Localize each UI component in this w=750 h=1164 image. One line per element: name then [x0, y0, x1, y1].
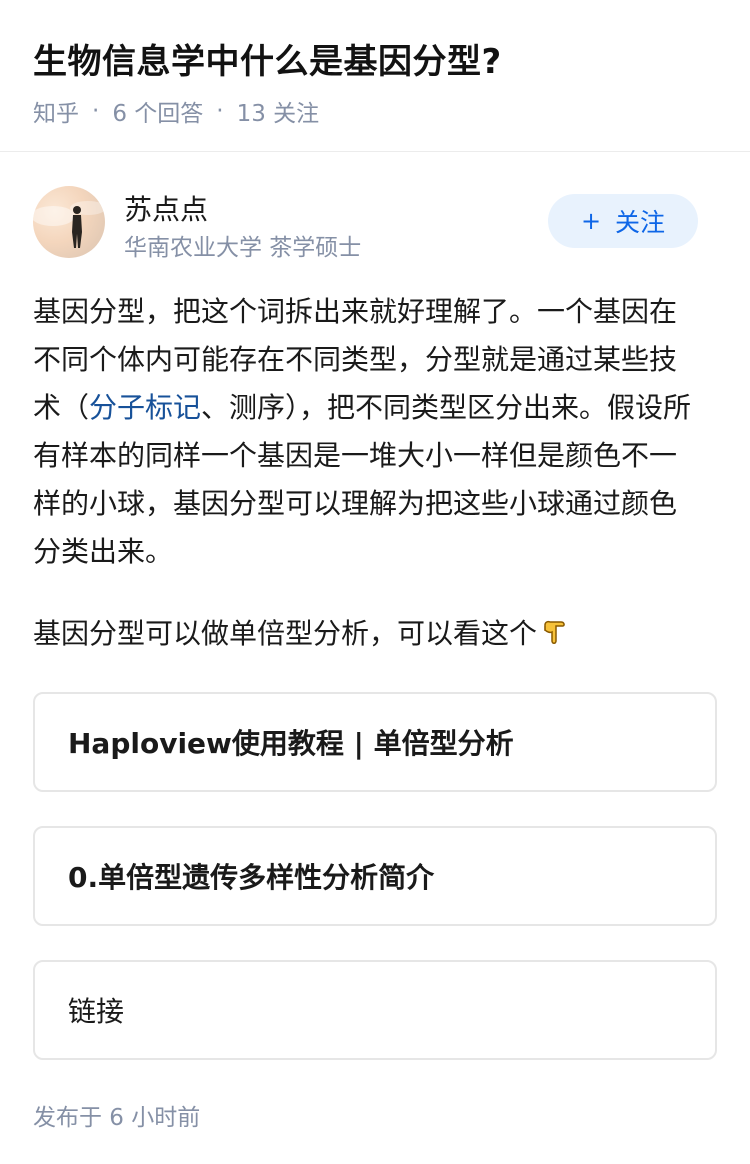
- question-title[interactable]: 生物信息学中什么是基因分型?: [33, 34, 502, 83]
- plus-icon: +: [580, 207, 602, 235]
- author-description: 华南农业大学 茶学硕士: [124, 235, 362, 261]
- follow-button[interactable]: + 关注: [548, 194, 698, 248]
- source-label[interactable]: 知乎: [33, 94, 79, 128]
- separator-dot: ·: [92, 98, 100, 124]
- avatar-image: [33, 201, 105, 248]
- avatar[interactable]: [33, 186, 105, 258]
- follower-count: 13 关注: [236, 101, 320, 127]
- pointing-down-finger-icon: [539, 614, 569, 644]
- link-card-link[interactable]: 链接: [33, 960, 717, 1060]
- author-bar: 苏点点 华南农业大学 茶学硕士 + 关注: [0, 152, 750, 272]
- author-name[interactable]: 苏点点: [124, 188, 208, 228]
- answer-content: 基因分型，把这个词拆出来就好理解了。一个基因在不同个体内可能存在不同类型，分型就…: [33, 288, 703, 692]
- answer-text: 基因分型可以做单倍型分析，可以看这个: [33, 617, 538, 650]
- link-card-title: Haploview使用教程 | 单倍型分析: [68, 727, 514, 760]
- link-card-title: 链接: [68, 995, 125, 1028]
- separator-dot: ·: [216, 98, 224, 124]
- link-card-haploview-tutorial[interactable]: Haploview使用教程 | 单倍型分析: [33, 692, 717, 792]
- answer-paragraph: 基因分型，把这个词拆出来就好理解了。一个基因在不同个体内可能存在不同类型，分型就…: [33, 288, 703, 576]
- question-header: 生物信息学中什么是基因分型? 知乎 · 6 个回答 · 13 关注: [0, 0, 750, 152]
- question-meta: 知乎 · 6 个回答 · 13 关注: [33, 94, 319, 128]
- link-card-title: 0.单倍型遗传多样性分析简介: [68, 861, 435, 894]
- link-card-haplotype-intro[interactable]: 0.单倍型遗传多样性分析简介: [33, 826, 717, 926]
- follow-label: 关注: [615, 208, 666, 237]
- molecular-marker-link[interactable]: 分子标记: [89, 391, 201, 424]
- publish-time: 发布于 6 小时前: [33, 1105, 201, 1131]
- answer-count[interactable]: 6 个回答: [112, 94, 203, 128]
- answer-paragraph: 基因分型可以做单倍型分析，可以看这个: [33, 610, 703, 658]
